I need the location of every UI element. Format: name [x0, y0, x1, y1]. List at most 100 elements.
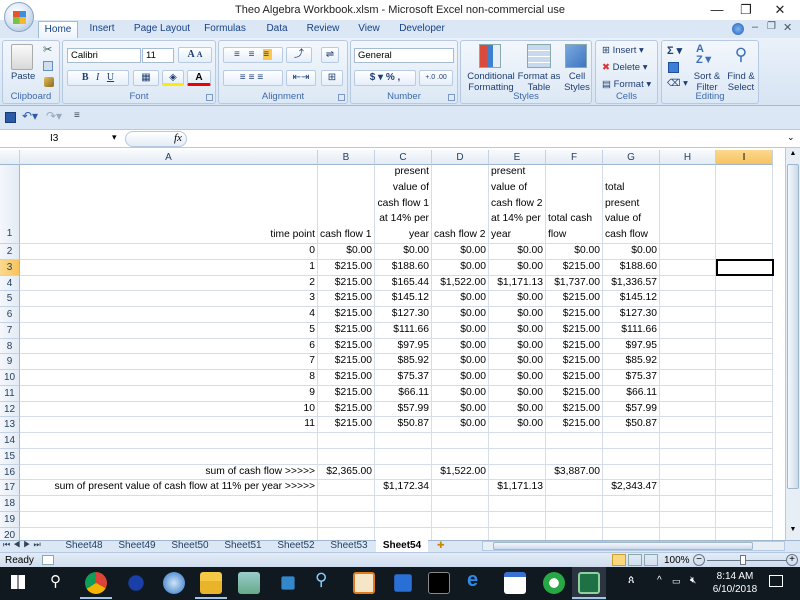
sheet-tab-sheet49[interactable]: Sheet49	[111, 540, 163, 552]
row-header-8[interactable]: 8	[0, 338, 20, 355]
cell-a4[interactable]: 2	[20, 275, 318, 292]
restore-button[interactable]: ❐	[729, 0, 763, 20]
cell-e15[interactable]	[489, 448, 546, 465]
cell-g4[interactable]: $1,336.57	[603, 275, 660, 292]
column-header-f[interactable]: F	[546, 150, 603, 165]
cell-d12[interactable]: $0.00	[432, 401, 489, 418]
cell-i11[interactable]	[716, 385, 773, 402]
cell-c2[interactable]: $0.00	[375, 244, 432, 260]
column-header-c[interactable]: C	[375, 150, 432, 165]
horizontal-align-buttons[interactable]: ≡≡≡	[223, 70, 283, 86]
binoculars-icon[interactable]: ⚲	[730, 45, 752, 67]
cell-f15[interactable]	[546, 448, 603, 465]
cell-h1[interactable]	[660, 165, 716, 244]
battery-icon[interactable]: ▭	[672, 576, 681, 587]
scroll-up-icon[interactable]: ▲	[788, 150, 798, 160]
column-header-d[interactable]: D	[432, 150, 489, 165]
tab-data[interactable]: Data	[260, 21, 294, 38]
app-blue-circle-icon[interactable]	[128, 575, 144, 591]
cell-a19[interactable]	[20, 511, 318, 528]
cell-g14[interactable]	[603, 433, 660, 449]
cell-h9[interactable]	[660, 354, 716, 370]
cell-d9[interactable]: $0.00	[432, 354, 489, 370]
cell-f20[interactable]	[546, 527, 603, 540]
cell-c19[interactable]	[375, 511, 432, 528]
cell-styles-icon[interactable]	[565, 44, 587, 68]
cell-e1[interactable]: present value of cash flow 2 at 14% per …	[489, 165, 546, 244]
cell-a11[interactable]: 9	[20, 385, 318, 402]
shrink-font-button[interactable]: A	[197, 50, 203, 59]
cell-e14[interactable]	[489, 433, 546, 449]
zoom-level[interactable]: 100%	[664, 555, 690, 566]
row-header-9[interactable]: 9	[0, 354, 20, 370]
cell-a10[interactable]: 8	[20, 370, 318, 386]
cell-f9[interactable]: $215.00	[546, 354, 603, 370]
cell-b4[interactable]: $215.00	[318, 275, 375, 292]
cell-f1[interactable]: total cash flow	[546, 165, 603, 244]
row-header-4[interactable]: 4	[0, 275, 20, 292]
sheet-tab-sheet51[interactable]: Sheet51	[217, 540, 269, 552]
vertical-scroll-thumb[interactable]	[787, 164, 799, 489]
help-icon[interactable]	[732, 23, 744, 35]
name-box[interactable]: I3	[0, 131, 125, 147]
ribbon-restore-button[interactable]: ❐	[767, 21, 776, 32]
customize-qat-icon[interactable]: ≡	[74, 110, 80, 121]
cell-c14[interactable]	[375, 433, 432, 449]
sheet-tab-sheet50[interactable]: Sheet50	[164, 540, 216, 552]
delete-cells-button[interactable]: ✖ Delete ▾	[602, 62, 648, 73]
cell-c13[interactable]: $50.87	[375, 417, 432, 433]
action-center-icon[interactable]	[769, 575, 783, 587]
cell-a1[interactable]: time point	[20, 165, 318, 244]
tab-review[interactable]: Review	[302, 21, 344, 38]
cell-g20[interactable]	[603, 527, 660, 540]
cell-a15[interactable]	[20, 448, 318, 465]
underline-button[interactable]: U	[107, 72, 114, 83]
cell-d18[interactable]	[432, 496, 489, 512]
cell-h2[interactable]	[660, 244, 716, 260]
cell-b11[interactable]: $215.00	[318, 385, 375, 402]
cell-d1[interactable]: cash flow 2	[432, 165, 489, 244]
sheet-tab-sheet53[interactable]: Sheet53	[323, 540, 375, 552]
cell-g12[interactable]: $57.99	[603, 401, 660, 418]
row-header-14[interactable]: 14	[0, 433, 20, 449]
cell-b18[interactable]	[318, 496, 375, 512]
cell-a6[interactable]: 4	[20, 307, 318, 323]
zoom-out-button[interactable]: −	[693, 554, 705, 566]
edge-icon[interactable]: e	[467, 569, 478, 592]
cell-f16[interactable]: $3,887.00	[546, 464, 603, 481]
cell-b1[interactable]: cash flow 1	[318, 165, 375, 244]
cell-h14[interactable]	[660, 433, 716, 449]
tab-home[interactable]: Home	[38, 21, 78, 38]
show-hidden-icons[interactable]: ^	[657, 575, 662, 586]
cell-c15[interactable]	[375, 448, 432, 465]
cell-f17[interactable]	[546, 480, 603, 496]
cell-d16[interactable]: $1,522.00	[432, 464, 489, 481]
cell-d15[interactable]	[432, 448, 489, 465]
cell-i14[interactable]	[716, 433, 773, 449]
sort-filter-button[interactable]: Sort & Filter	[690, 71, 724, 93]
tab-insert[interactable]: Insert	[82, 21, 122, 38]
insert-function-button[interactable]: fx	[174, 132, 182, 144]
zoom-slider-thumb[interactable]	[740, 555, 746, 565]
cell-i7[interactable]	[716, 322, 773, 339]
cell-h4[interactable]	[660, 275, 716, 292]
cell-e7[interactable]: $0.00	[489, 322, 546, 339]
cell-g2[interactable]: $0.00	[603, 244, 660, 260]
row-header-18[interactable]: 18	[0, 496, 20, 512]
cell-g1[interactable]: total present value of cash flow	[603, 165, 660, 244]
row-header-5[interactable]: 5	[0, 291, 20, 307]
alignment-dialog-launcher[interactable]	[338, 94, 345, 101]
cell-a3[interactable]: 1	[20, 259, 318, 276]
cell-e4[interactable]: $1,171.13	[489, 275, 546, 292]
currency-button[interactable]: $	[370, 72, 376, 83]
cell-g6[interactable]: $127.30	[603, 307, 660, 323]
format-as-table-icon[interactable]	[527, 44, 551, 68]
row-header-16[interactable]: 16	[0, 464, 20, 481]
cell-g18[interactable]	[603, 496, 660, 512]
cell-e17[interactable]: $1,171.13	[489, 480, 546, 496]
format-as-table-button[interactable]: Format as Table	[517, 71, 561, 93]
bold-button[interactable]: B	[82, 72, 89, 83]
cell-a20[interactable]	[20, 527, 318, 540]
cell-d13[interactable]: $0.00	[432, 417, 489, 433]
sort-filter-icon[interactable]: A Z▼	[696, 44, 718, 68]
